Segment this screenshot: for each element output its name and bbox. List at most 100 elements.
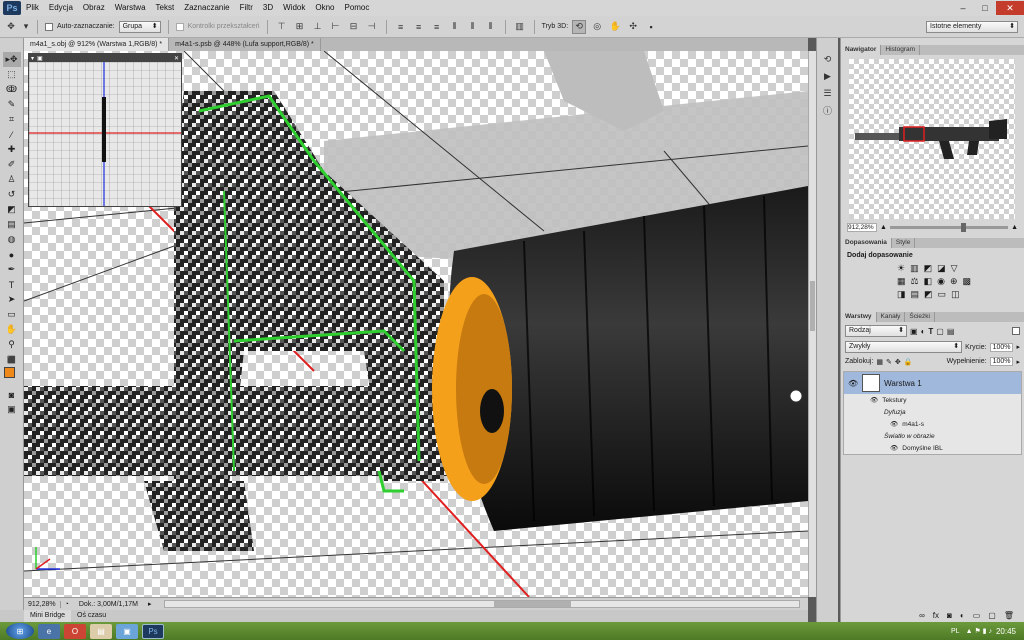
layer-name[interactable]: Domyślne IBL [902,445,942,452]
zoom-in-icon[interactable]: ▲ [1011,224,1018,231]
foreground-color-swatch[interactable] [3,367,15,378]
photoshop-taskbar-icon[interactable]: Ps [142,623,164,639]
menu-widok[interactable]: Widok [278,0,310,16]
slide-3d-icon[interactable]: ✣ [626,20,640,34]
tab-m4a1-obj[interactable]: m4a1_s.obj @ 912% (Warstwa 1,RGB/8) * [24,38,170,51]
tab-m4a1-psb[interactable]: m4a1-s.psb @ 448% (Lufa support,RGB/8) * [169,38,321,51]
brush-tool-icon[interactable]: ✐ [3,157,21,172]
vertical-scrollbar-thumb[interactable] [810,281,815,331]
tab-layers[interactable]: Warstwy [841,312,877,322]
layer-style-icon[interactable]: fx [933,611,939,620]
zoom-readout[interactable]: 912,28% [24,600,61,608]
lock-position-icon[interactable]: ✥ [895,358,901,366]
selective-color-icon[interactable]: ◫ [951,289,960,300]
curves-icon[interactable]: ◩ [924,263,933,274]
tab-histogram[interactable]: Histogram [881,45,921,55]
distribute-top-icon[interactable]: ≡ [394,20,408,34]
navigator-zoom-value[interactable]: 912,28% [847,223,877,232]
lock-transparency-icon[interactable]: ▦ [876,358,883,366]
path-select-tool-icon[interactable]: ➤ [3,292,21,307]
auto-align-icon[interactable]: ▥ [513,20,527,34]
lock-all-icon[interactable]: 🔒 [904,358,913,366]
photo-filter-icon[interactable]: ◉ [937,276,945,287]
tab-mini-bridge[interactable]: Mini Bridge [24,610,72,622]
properties-panel-icon[interactable]: ☰ [821,86,835,100]
align-bottom-icon[interactable]: ⊥ [311,20,325,34]
tab-adjustments[interactable]: Dopasowania [841,238,892,248]
navigator-zoom-slider[interactable] [889,223,1009,232]
new-layer-icon[interactable]: ▢ [988,611,996,620]
tab-paths[interactable]: Ścieżki [905,312,935,322]
levels-icon[interactable]: ▥ [910,263,919,274]
scrollbar-thumb[interactable] [494,601,571,607]
roll-3d-icon[interactable]: ◎ [590,20,604,34]
document-canvas[interactable]: ▾ ▣ ✕ [24,51,808,597]
quick-mask-icon[interactable]: ◙ [3,387,21,402]
new-group-icon[interactable]: ▭ [973,611,981,620]
opacity-field[interactable]: 100% [989,342,1014,352]
start-button-icon[interactable]: ⊞ [6,623,34,639]
orbit-3d-icon[interactable]: ⟲ [572,19,587,34]
type-tool-icon[interactable]: T [3,277,21,292]
menu-3d[interactable]: 3D [258,0,278,16]
marquee-tool-icon[interactable]: ⬚ [3,67,21,82]
layer-name[interactable]: Tekstury [882,397,906,404]
gradient-tool-icon[interactable]: ▤ [3,217,21,232]
channel-mixer-icon[interactable]: ⊕ [950,276,958,287]
transform-controls-checkbox[interactable] [175,22,184,31]
invert-icon[interactable]: ◨ [897,289,906,300]
eraser-tool-icon[interactable]: ◩ [3,202,21,217]
status-info-icon[interactable]: ◔ [61,601,73,608]
color-lookup-icon[interactable]: ▩ [963,276,972,287]
vibrance-icon[interactable]: ▽ [951,263,958,274]
layer-filter-dropdown[interactable]: Rodzaj [845,325,907,337]
posterize-icon[interactable]: ▤ [911,289,920,300]
layer-row[interactable]: Dyfuzja [844,406,1021,418]
lock-pixels-icon[interactable]: ✎ [886,358,892,366]
link-layers-icon[interactable]: ∞ [919,611,925,620]
distribute-bottom-icon[interactable]: ≡ [430,20,444,34]
menu-plik[interactable]: Plik [21,0,44,16]
menu-pomoc[interactable]: Pomoc [339,0,374,16]
ie-icon[interactable]: e [38,623,60,639]
history-brush-tool-icon[interactable]: ↺ [3,187,21,202]
color-balance-icon[interactable]: ⚖ [911,276,919,287]
scale-3d-icon[interactable]: ▪ [644,20,658,34]
shape-tool-icon[interactable]: ▭ [3,307,21,322]
threshold-icon[interactable]: ◩ [924,289,933,300]
menu-zaznaczanie[interactable]: Zaznaczanie [179,0,234,16]
layer-name[interactable]: Dyfuzja [884,409,906,416]
healing-brush-tool-icon[interactable]: ✚ [3,142,21,157]
opacity-dropdown-icon[interactable]: ▸ [1016,343,1020,351]
align-right-icon[interactable]: ⊣ [365,20,379,34]
align-vcenter-icon[interactable]: ⊞ [293,20,307,34]
pen-tool-icon[interactable]: ✒ [3,262,21,277]
filter-smart-object-icon[interactable]: ▤ [947,327,955,336]
horizontal-scrollbar[interactable] [163,600,800,608]
view-close-icon[interactable]: ✕ [174,55,181,62]
tab-channels[interactable]: Kanały [877,312,906,322]
filter-toggle[interactable] [1012,327,1020,335]
screen-mode-icon[interactable]: ▣ [3,402,21,417]
filter-type-icon[interactable]: T [928,327,933,336]
layer-name[interactable]: m4a1-s [902,421,924,428]
minimize-button[interactable]: – [952,1,974,15]
exposure-icon[interactable]: ◪ [937,263,946,274]
tray-icons[interactable]: ▲ ⚑ ▮ ♪ [966,627,992,635]
tab-timeline[interactable]: Oś czasu [71,610,112,622]
distribute-hcenter-icon[interactable]: ⦀ [466,20,480,34]
layer-row[interactable]: Światło w obrazie [844,430,1021,442]
light-widget-icon[interactable] [789,389,803,403]
gallery-icon[interactable]: ▣ [116,623,138,639]
layer-name[interactable]: Warstwa 1 [884,379,922,388]
hand-tool-icon[interactable]: ✋ [3,322,21,337]
align-hcenter-icon[interactable]: ⊟ [347,20,361,34]
dodge-tool-icon[interactable]: ● [3,247,21,262]
view-menu-icon[interactable]: ▾ [31,55,34,62]
tool-preset-dropdown-icon[interactable]: ▾ [22,20,30,34]
layer-name[interactable]: Światło w obrazie [884,433,935,440]
default-colors-icon[interactable]: ⬛ [3,352,21,367]
status-menu-icon[interactable]: ▸ [144,600,156,608]
hue-saturation-icon[interactable]: ▦ [897,276,906,287]
workspace-dropdown[interactable]: Istotne elementy [926,20,1018,33]
